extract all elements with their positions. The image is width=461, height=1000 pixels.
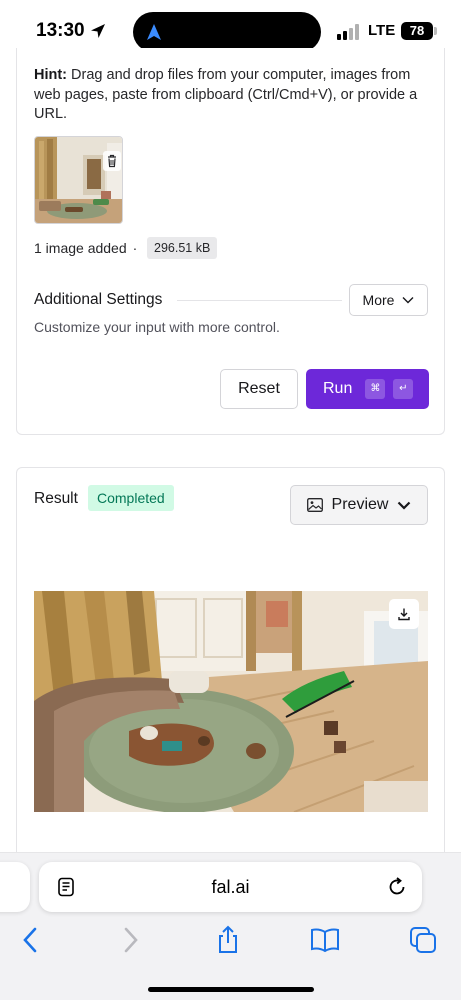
- navigation-icon: [147, 24, 161, 40]
- share-icon[interactable]: [213, 925, 243, 955]
- enter-key-hint: ↵: [393, 379, 414, 399]
- home-indicator: [148, 987, 314, 992]
- battery-cap: [434, 27, 437, 35]
- dynamic-island: [133, 12, 321, 52]
- input-card: Hint: Drag and drop files from your comp…: [16, 48, 445, 435]
- preview-label: Preview: [331, 496, 389, 513]
- status-time: 13:30: [36, 20, 85, 41]
- download-icon: [398, 608, 410, 621]
- result-title: Result: [34, 490, 78, 507]
- previous-tab-preview[interactable]: [0, 862, 30, 912]
- cmd-key-hint: ⌘: [365, 379, 386, 399]
- location-arrow-icon: [91, 24, 105, 38]
- chevron-down-icon: [402, 297, 414, 304]
- hint-text: Drag and drop files from your computer, …: [34, 67, 418, 122]
- signal-icon: [337, 24, 359, 40]
- image-icon: [306, 498, 323, 512]
- additional-settings-title: Additional Settings: [34, 291, 163, 308]
- preview-dropdown-button[interactable]: Preview: [290, 485, 428, 525]
- run-button[interactable]: Run ⌘ ↵: [306, 369, 429, 409]
- result-image[interactable]: [34, 591, 428, 812]
- chevron-right-icon[interactable]: [115, 925, 145, 955]
- trash-icon[interactable]: [103, 151, 121, 171]
- generated-interior-image: [34, 591, 428, 812]
- chevron-left-icon[interactable]: [16, 925, 46, 955]
- download-button[interactable]: [389, 599, 419, 629]
- uploaded-image-thumbnail[interactable]: [34, 136, 123, 224]
- reload-icon[interactable]: [386, 876, 408, 898]
- browser-toolbar: fal.ai: [0, 852, 461, 1000]
- settings-subtitle: Customize your input with more control.: [34, 319, 280, 335]
- meta-separator: ·: [132, 240, 138, 256]
- tabs-icon[interactable]: [408, 925, 438, 955]
- battery-icon: 78: [401, 22, 433, 40]
- hint-label: Hint:: [34, 67, 68, 83]
- settings-divider: [177, 300, 342, 301]
- run-label: Run: [323, 380, 353, 397]
- file-meta: 1 image added ·: [34, 238, 143, 258]
- url-text[interactable]: fal.ai: [39, 877, 422, 898]
- chevron-down-icon: [398, 501, 411, 510]
- more-settings-button[interactable]: More: [349, 284, 428, 316]
- more-label: More: [362, 292, 395, 308]
- status-badge: Completed: [88, 485, 174, 511]
- address-bar[interactable]: fal.ai: [39, 862, 422, 912]
- upload-hint: Hint: Drag and drop files from your comp…: [34, 66, 434, 125]
- result-card: Result Completed Preview: [16, 467, 445, 867]
- file-size-badge: 296.51 kB: [147, 237, 218, 259]
- file-count: 1 image added: [34, 240, 127, 256]
- network-type: LTE: [368, 22, 396, 39]
- bookmarks-icon[interactable]: [310, 925, 340, 955]
- reset-button[interactable]: Reset: [220, 369, 298, 409]
